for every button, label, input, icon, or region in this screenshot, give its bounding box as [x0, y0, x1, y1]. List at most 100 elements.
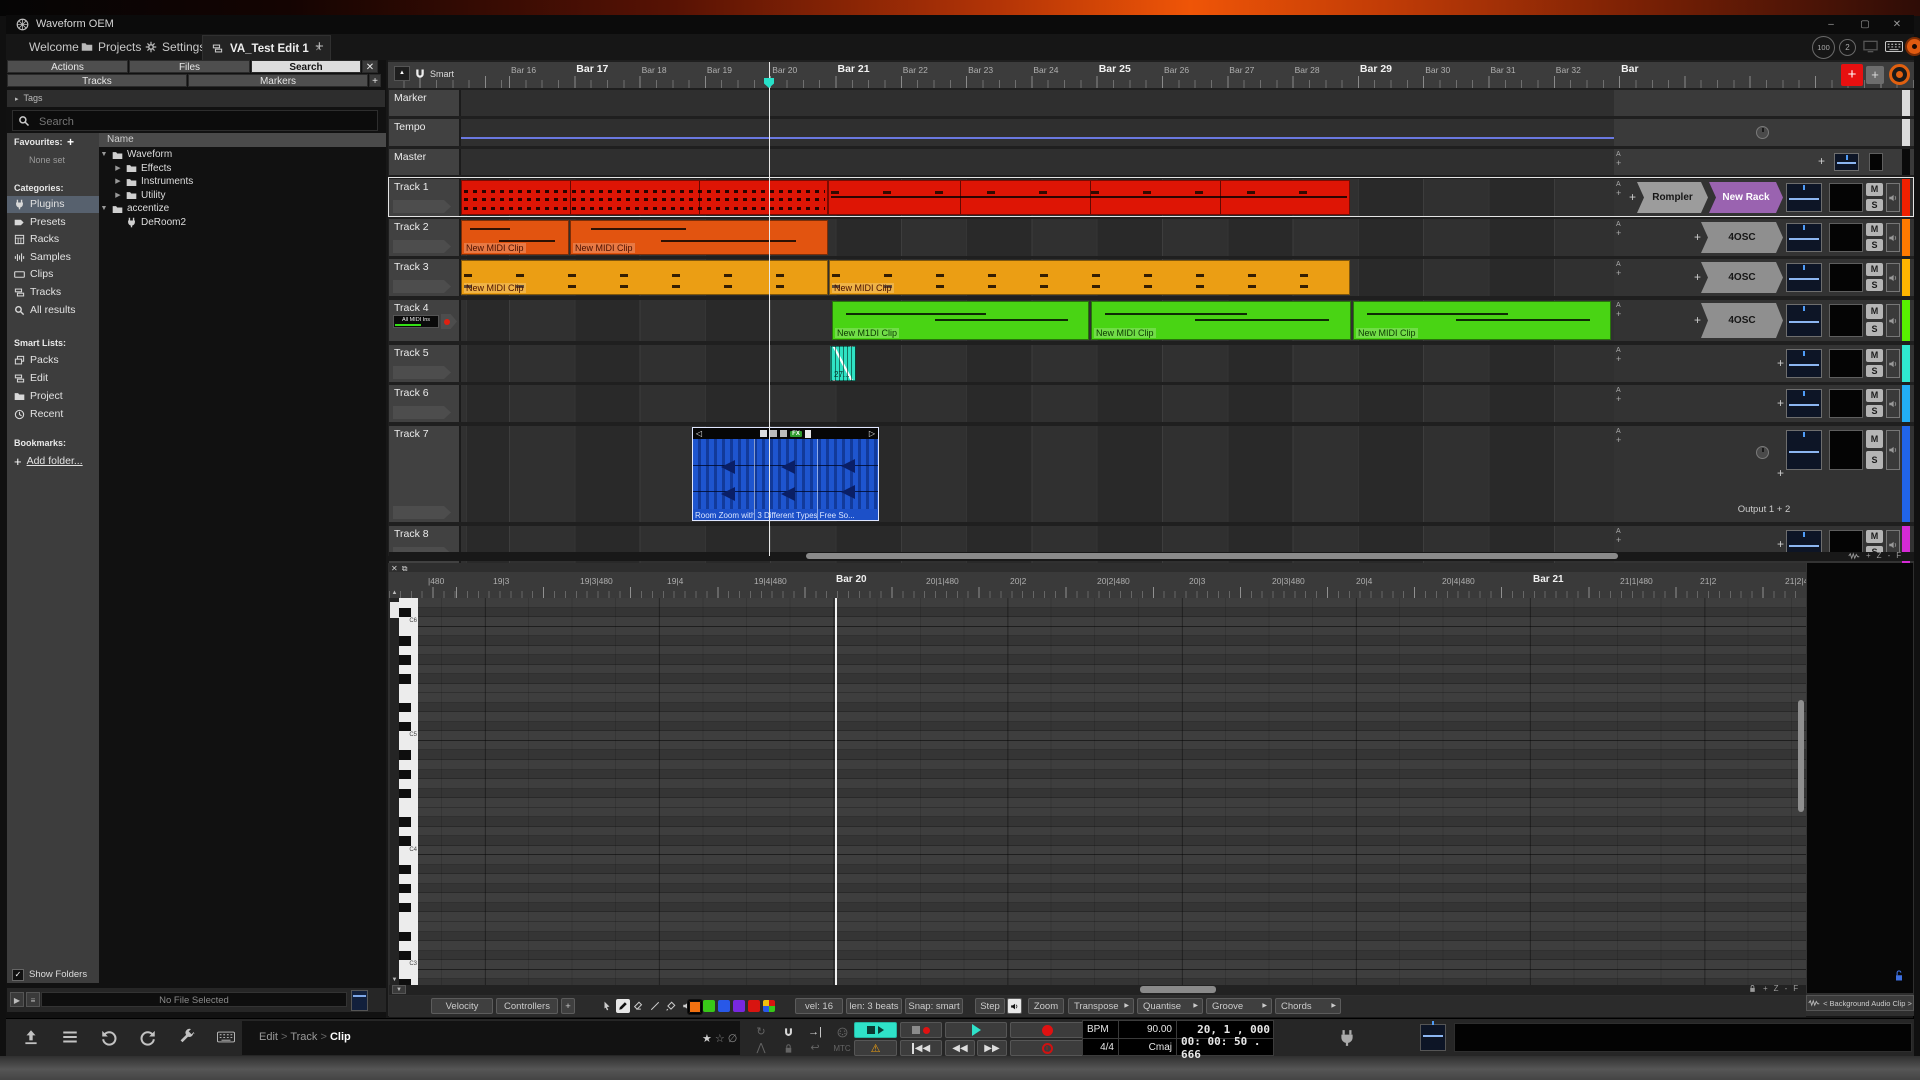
solo-button[interactable]: S [1866, 199, 1883, 212]
piano-key-black[interactable] [399, 951, 411, 961]
track-input-chevron[interactable] [393, 200, 451, 213]
mute-button[interactable]: M [1866, 183, 1883, 196]
record-button[interactable] [1010, 1022, 1084, 1038]
clip-new-midi-clip[interactable]: New MIDI Clip [570, 220, 828, 255]
keyboard-zoom-handle[interactable] [390, 602, 399, 618]
tool-brush[interactable] [664, 999, 678, 1013]
mute-button[interactable]: M [1866, 263, 1883, 276]
track-header-master[interactable]: Master [389, 149, 461, 175]
clip-new-midi-clip[interactable]: New MIDI Clip [461, 220, 569, 255]
zoom-control[interactable]: - [1888, 551, 1891, 560]
mute-button[interactable]: M [1866, 349, 1883, 362]
tab-files[interactable]: Files [129, 60, 250, 73]
rating-star-icon[interactable]: ☆ [715, 1033, 728, 1045]
arrangement-zoom-controls[interactable]: +Z-F [1848, 551, 1901, 560]
audio-clip-segment[interactable]: Room Zoom with [693, 439, 755, 520]
clip-track-1[interactable] [828, 180, 1350, 215]
tags-section[interactable]: ▸Tags [7, 90, 385, 107]
undo-button[interactable] [100, 1028, 122, 1048]
output-speaker-button[interactable] [1886, 183, 1900, 212]
waveform-logo-icon[interactable] [1905, 37, 1920, 56]
plugin-button-new-rack[interactable]: New Rack [1709, 182, 1783, 213]
minimize-button[interactable]: – [1820, 17, 1842, 32]
sidebar-item-tracks[interactable]: Tracks [7, 284, 99, 301]
output-speaker-button[interactable] [1886, 349, 1900, 378]
track-header-marker[interactable]: Marker [389, 90, 461, 116]
output-speaker-button[interactable] [1886, 389, 1900, 418]
time-signature[interactable]: 4/4 [1083, 1039, 1119, 1056]
piano-key-black[interactable] [399, 608, 411, 618]
track-header-track-5[interactable]: Track 5 [389, 345, 461, 382]
breadcrumb-item-clip[interactable]: Clip [330, 1031, 351, 1043]
tree-expand-icon[interactable]: ▼ [100, 202, 108, 216]
step-button[interactable]: Step [975, 998, 1005, 1014]
fold-tracks-icon[interactable]: ▲ [394, 66, 410, 81]
automation-buttons[interactable]: A+ [1616, 387, 1626, 403]
tool-pencil[interactable] [616, 999, 630, 1013]
panel-close-icon[interactable]: ✕ [362, 60, 378, 73]
panel-add-icon[interactable]: + [369, 74, 381, 87]
volume-fader[interactable] [1834, 153, 1859, 171]
tree-header[interactable]: Name [99, 133, 386, 147]
auto-play-button[interactable] [854, 1022, 897, 1038]
velocity-collapse-icon[interactable]: ▼ [392, 985, 406, 994]
keyboard-button[interactable] [217, 1028, 239, 1048]
audio-clip-room-zoom[interactable]: ◁FX▷Room Zoom with3 Different TypesFree … [692, 427, 879, 521]
clip-new-midi-clip[interactable]: New MIDI Clip [1353, 301, 1611, 340]
toolbar-button-controllers[interactable]: Controllers [496, 998, 558, 1014]
tree-item-utility[interactable]: ▶Utility [114, 189, 165, 203]
search-input[interactable] [37, 112, 371, 131]
piano-key-black[interactable] [399, 636, 411, 646]
mute-button[interactable]: M [1866, 530, 1883, 543]
track-lane-track-7[interactable] [461, 426, 1614, 522]
smartlist-item-packs[interactable]: Packs [7, 352, 99, 369]
preview-volume-fader[interactable] [351, 990, 368, 1011]
transport-mode-magnet[interactable] [777, 1025, 799, 1040]
rewind-button[interactable]: ◀◀ [945, 1040, 975, 1056]
add-plugin-button[interactable]: + [1777, 396, 1784, 410]
sidebar-item-clips[interactable]: Clips [7, 266, 99, 283]
zoom-control[interactable]: Z [1774, 984, 1779, 993]
color-swatch[interactable] [703, 1000, 715, 1012]
sidebar-item-samples[interactable]: Samples [7, 249, 99, 266]
tree-item-accentize[interactable]: ▼accentize [100, 202, 169, 216]
clip-loop-icon[interactable] [770, 430, 777, 437]
tree-expand-icon[interactable]: ▶ [114, 175, 122, 189]
solo-button[interactable]: S [1866, 239, 1883, 252]
track-input-chevron[interactable] [393, 280, 451, 293]
transport-mode-lock[interactable] [777, 1041, 799, 1056]
track-input-chevron[interactable] [393, 240, 451, 253]
new-tab-button[interactable]: + [306, 34, 333, 60]
return-to-start-button[interactable]: ◀◀ [900, 1040, 942, 1056]
automation-buttons[interactable]: A+ [1616, 302, 1626, 318]
volume-fader[interactable] [1786, 304, 1822, 337]
solo-button[interactable]: S [1866, 451, 1883, 469]
transport-mode-icon[interactable]: ⋀ [750, 1041, 772, 1056]
mute-button[interactable]: M [1866, 389, 1883, 402]
transport-mode-icon[interactable]: ↻ [750, 1025, 772, 1040]
pianoroll-hscrollbar[interactable]: ▼ [389, 985, 1806, 995]
track-header-track-3[interactable]: Track 3 [389, 259, 461, 296]
volume-fader[interactable] [1786, 349, 1822, 378]
transport-mode-icon[interactable]: ↩ [804, 1041, 826, 1056]
piano-key-black[interactable] [399, 750, 411, 760]
arrangement-hscrollbar[interactable] [389, 552, 1914, 561]
volume-fader[interactable] [1786, 183, 1822, 212]
mute-button[interactable]: M [1866, 223, 1883, 236]
upload-button[interactable] [22, 1028, 44, 1048]
add-plugin-button[interactable]: + [1777, 466, 1784, 480]
rating-icons[interactable]: ★☆∅ [702, 1032, 740, 1045]
tree-item-waveform[interactable]: ▼Waveform [100, 148, 172, 162]
record-stop-button[interactable] [900, 1022, 942, 1038]
automation-buttons[interactable]: A+ [1616, 347, 1626, 363]
automation-buttons[interactable]: A+ [1616, 528, 1626, 544]
pianoroll-hscroll-thumb[interactable] [1140, 986, 1216, 993]
track-input-chevron[interactable] [393, 366, 451, 379]
add-plugin-button[interactable]: + [1629, 190, 1636, 204]
plugin-button-4osc[interactable]: 4OSC [1701, 303, 1783, 338]
piano-key-black[interactable] [399, 674, 411, 684]
add-plugin-button[interactable]: + [1694, 313, 1701, 327]
keyboard-zoom-strip[interactable]: ▲ ▼ [390, 598, 399, 985]
scroll-up-icon[interactable]: ▲ [390, 590, 399, 598]
track-lane-master[interactable] [461, 149, 1614, 175]
